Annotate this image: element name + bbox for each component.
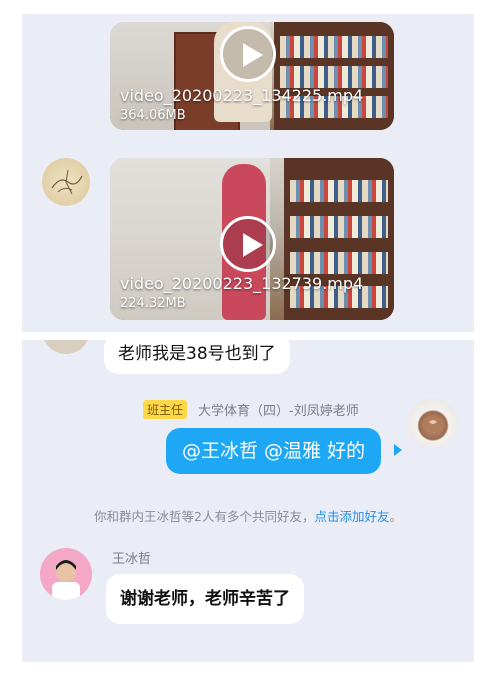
chat-panel-messages: 老师我是38号也到了 班主任 大学体育（四）-刘凤婷老师 @王冰哲 @温雅 好的… (22, 340, 474, 662)
avatar[interactable] (40, 548, 92, 600)
system-notice: 你和群内王冰哲等2人有多个共同好友，点击添加好友。 (22, 506, 474, 525)
video-size: 224.32MB (120, 296, 186, 311)
message-bubble-outgoing[interactable]: @王冰哲 @温雅 好的 (166, 428, 382, 474)
profile-photo-icon (40, 548, 92, 600)
avatar[interactable] (42, 340, 90, 354)
video-filename: video_20200223_132739.mp4 (120, 274, 364, 293)
message-text: 老师我是38号也到了 (118, 344, 276, 364)
message-text: 谢谢老师，老师辛苦了 (120, 589, 290, 609)
video-size: 364.06MB (120, 108, 186, 123)
message-bubble-incoming[interactable]: 谢谢老师，老师辛苦了 (106, 574, 304, 624)
notice-text: 你和群内王冰哲等2人有多个共同好友， (94, 509, 315, 524)
video-message-1[interactable]: video_20200223_134225.mp4 364.06MB (110, 22, 394, 130)
video-filename: video_20200223_134225.mp4 (120, 86, 364, 105)
message-text: @王冰哲 @温雅 好的 (182, 440, 366, 462)
sketch-icon (51, 169, 83, 195)
message-bubble-incoming[interactable]: 老师我是38号也到了 (104, 340, 290, 374)
play-icon[interactable] (220, 26, 276, 82)
coffee-cup-icon (422, 416, 444, 432)
add-friend-link[interactable]: 点击添加好友 (314, 509, 389, 524)
video-message-2[interactable]: video_20200223_132739.mp4 224.32MB (110, 158, 394, 320)
avatar[interactable] (408, 398, 458, 448)
avatar[interactable] (42, 158, 90, 206)
role-badge: 班主任 (143, 400, 188, 419)
chat-panel-videos: video_20200223_134225.mp4 364.06MB video… (22, 14, 474, 332)
play-icon[interactable] (220, 216, 276, 272)
bubble-tail (394, 444, 402, 456)
sender-name: 大学体育（四）-刘凤婷老师 (198, 404, 359, 419)
notice-suffix: 。 (389, 509, 402, 524)
sender-name: 王冰哲 (112, 552, 152, 567)
